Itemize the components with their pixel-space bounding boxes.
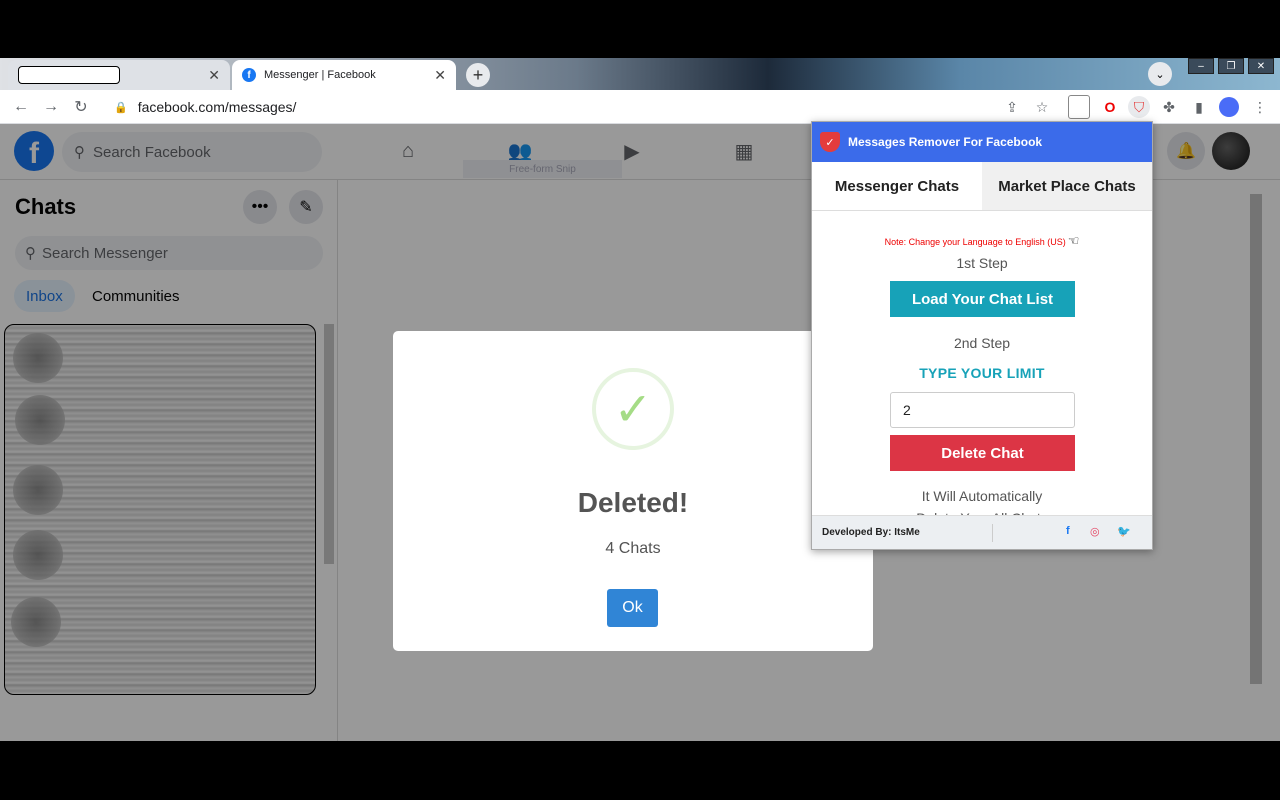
- dialog-text: 4 Chats: [605, 540, 661, 557]
- tab-messenger[interactable]: f Messenger | Facebook ✕: [232, 60, 456, 90]
- delete-chat-button[interactable]: Delete Chat: [890, 435, 1075, 471]
- minimize-icon[interactable]: –: [1188, 58, 1214, 74]
- opera-extension-icon[interactable]: O: [1099, 96, 1121, 118]
- language-note: Note: Change your Language to English (U…: [812, 233, 1152, 249]
- address-bar[interactable]: 🔒 facebook.com/messages/: [102, 93, 992, 121]
- profile-avatar[interactable]: [1219, 97, 1239, 117]
- tab-messenger-chats[interactable]: Messenger Chats: [812, 162, 982, 210]
- popup-header: ✓ Messages Remover For Facebook: [812, 122, 1152, 162]
- tab-search-icon[interactable]: ⌄: [1148, 62, 1172, 86]
- pointing-hand-icon: ☜: [1067, 233, 1080, 248]
- step2-label: 2nd Step: [953, 335, 1011, 351]
- forward-icon[interactable]: →: [40, 96, 62, 118]
- language-note-text: Note: Change your Language to English (U…: [884, 237, 1066, 247]
- auto-delete-info: It Will Automatically Delete Your All Ch…: [812, 485, 1152, 515]
- success-check-icon: ✓: [592, 368, 674, 450]
- step1-label: 1st Step: [956, 255, 1008, 271]
- lock-icon: 🔒: [114, 101, 128, 114]
- instagram-social-icon[interactable]: ◎: [1090, 525, 1100, 538]
- back-icon[interactable]: ←: [10, 96, 32, 118]
- tab-title: Messenger | Facebook: [264, 69, 376, 81]
- url-text: facebook.com/messages/: [137, 99, 297, 115]
- close-window-icon[interactable]: ✕: [1248, 58, 1274, 74]
- facebook-favicon-icon: f: [242, 68, 256, 82]
- load-chat-list-button[interactable]: Load Your Chat List: [890, 281, 1075, 317]
- tab-close-icon[interactable]: ✕: [434, 67, 446, 84]
- maximize-icon[interactable]: ❐: [1218, 58, 1244, 74]
- tab-strip: ✕ f Messenger | Facebook ✕ + ⌄ – ❐ ✕: [0, 58, 1280, 90]
- deleted-dialog: ✓ Deleted! 4 Chats Ok: [393, 331, 873, 651]
- browser-toolbar: ← → ↻ 🔒 facebook.com/messages/ ⇪ ☆ O ⛉ ✤…: [0, 90, 1280, 124]
- tab-redacted[interactable]: ✕: [8, 60, 230, 90]
- bookmark-star-icon[interactable]: ☆: [1031, 96, 1053, 118]
- developer-credit: Developed By: ItsMe: [822, 527, 920, 538]
- screen-top-border: [0, 0, 1280, 58]
- extension-popup: ✓ Messages Remover For Facebook Messenge…: [811, 121, 1153, 550]
- extension-blank-icon[interactable]: [1068, 95, 1090, 119]
- window-controls: – ❐ ✕: [1188, 58, 1274, 76]
- dialog-title: Deleted!: [577, 487, 689, 518]
- tab-title-redacted: [18, 66, 120, 84]
- popup-footer: Developed By: ItsMe f ◎ 🐦: [812, 515, 1152, 549]
- facebook-social-icon[interactable]: f: [1066, 525, 1070, 537]
- shield-logo-icon: ✓: [820, 132, 840, 152]
- ok-button[interactable]: Ok: [607, 589, 658, 627]
- footer-divider: [992, 524, 993, 542]
- popup-title: Messages Remover For Facebook: [848, 135, 1043, 149]
- extensions-puzzle-icon[interactable]: ✤: [1158, 96, 1180, 118]
- auto-delete-line-1: It Will Automatically: [921, 488, 1043, 504]
- limit-label: TYPE YOUR LIMIT: [919, 365, 1045, 381]
- share-icon[interactable]: ⇪: [1001, 96, 1023, 118]
- side-panel-icon[interactable]: ▮: [1188, 96, 1210, 118]
- popup-body[interactable]: Note: Change your Language to English (U…: [812, 210, 1152, 515]
- tab-market-place-chats[interactable]: Market Place Chats: [982, 162, 1152, 210]
- new-tab-button[interactable]: +: [466, 63, 490, 87]
- tab-close-icon[interactable]: ✕: [208, 67, 220, 84]
- reload-icon[interactable]: ↻: [70, 96, 92, 118]
- auto-delete-line-2: Delete Your All Chats: [812, 507, 1152, 515]
- menu-kebab-icon[interactable]: ⋮: [1249, 96, 1271, 118]
- screen-bottom-border: [0, 741, 1280, 800]
- messages-remover-extension-icon[interactable]: ⛉: [1128, 96, 1150, 118]
- twitter-social-icon[interactable]: 🐦: [1117, 525, 1131, 538]
- limit-input[interactable]: [890, 392, 1075, 428]
